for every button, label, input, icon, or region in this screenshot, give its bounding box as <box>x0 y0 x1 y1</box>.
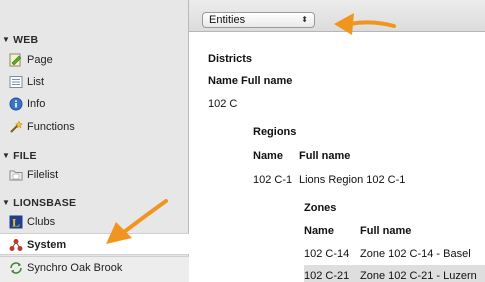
sidebar-item-filelist[interactable]: Filelist <box>0 164 189 186</box>
list-icon <box>9 76 23 88</box>
sync-icon <box>10 262 22 274</box>
annotation-arrow-top <box>334 13 396 35</box>
info-icon <box>9 97 23 111</box>
zone-row-name[interactable]: 102 C-21 <box>304 270 349 282</box>
regions-col-name: Name <box>253 150 283 162</box>
section-header-web[interactable]: ▼ WEB <box>2 34 38 46</box>
collapse-triangle-icon[interactable]: ▼ <box>2 151 10 160</box>
zone-row-full[interactable]: Zone 102 C-21 - Luzern <box>360 270 477 282</box>
sidebar-item-list[interactable]: List <box>0 71 189 93</box>
annotation-arrow-bottom <box>106 199 168 244</box>
sidebar-item-info[interactable]: Info <box>0 93 189 115</box>
regions-title: Regions <box>253 126 297 138</box>
select-arrows-icon: ⬍ <box>301 15 308 24</box>
regions-col-full: Full name <box>299 150 351 162</box>
folder-icon <box>9 170 23 181</box>
page-edit-icon <box>9 53 22 67</box>
districts-title: Districts <box>208 53 253 65</box>
sidebar-item-page[interactable]: Page <box>0 49 189 71</box>
sidebar-item-functions[interactable]: Functions <box>0 116 189 138</box>
districts-col-name: Name <box>208 75 238 87</box>
district-row-name[interactable]: 102 C <box>208 98 237 110</box>
hierarchy-icon <box>9 239 23 251</box>
main-content: Districts Name Full name 102 C Regions N… <box>189 32 485 282</box>
region-row-full[interactable]: Lions Region 102 C-1 <box>299 174 405 186</box>
sidebar-item-synchro-oak-brook[interactable]: Synchro Oak Brook <box>0 256 189 282</box>
app-window: ▼ WEB Page List Info Functions ▼ FILE Fi… <box>0 0 485 282</box>
collapse-triangle-icon[interactable]: ▼ <box>2 198 10 207</box>
zone-row-name[interactable]: 102 C-14 <box>304 248 349 260</box>
region-row-name[interactable]: 102 C-1 <box>253 174 292 186</box>
zones-col-full: Full name <box>360 225 412 237</box>
zone-row-full[interactable]: Zone 102 C-14 - Basel <box>360 248 471 260</box>
entity-select[interactable]: Entities ⬍ <box>202 12 315 28</box>
zones-col-name: Name <box>304 225 334 237</box>
wand-icon <box>10 120 23 133</box>
section-header-file[interactable]: ▼ FILE <box>2 150 37 162</box>
svg-text:L: L <box>12 216 20 230</box>
lions-logo-icon: L <box>9 215 23 229</box>
collapse-triangle-icon[interactable]: ▼ <box>2 35 10 44</box>
districts-col-full: Full name <box>241 75 293 87</box>
section-header-lionsbase[interactable]: ▼ LIONSBASE <box>2 197 76 209</box>
zones-title: Zones <box>304 202 337 214</box>
